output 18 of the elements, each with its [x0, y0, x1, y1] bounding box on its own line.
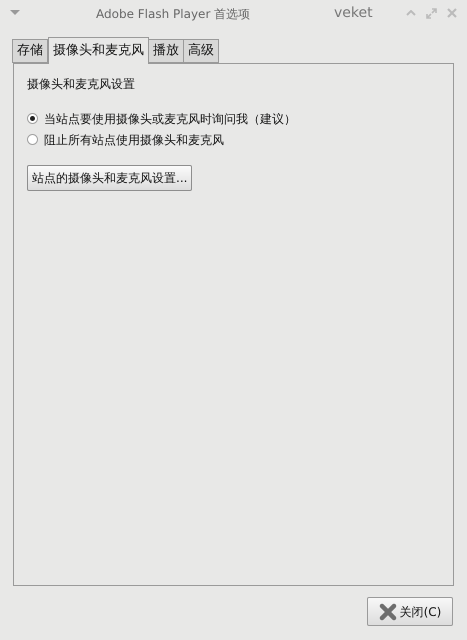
tab[interactable]: 播放	[148, 39, 184, 63]
radio-button[interactable]	[27, 134, 38, 145]
close-icon[interactable]	[447, 8, 457, 18]
cross-icon	[378, 602, 397, 620]
host-name: veket	[334, 4, 373, 23]
menu-icon[interactable]	[10, 10, 20, 16]
radio-label: 阻止所有站点使用摄像头和麦克风	[44, 132, 224, 148]
window-title: Adobe Flash Player 首选项	[96, 6, 250, 23]
tab[interactable]: 存储	[12, 39, 48, 63]
section-title: 摄像头和麦克风设置	[27, 76, 136, 92]
radio-button[interactable]	[27, 113, 38, 124]
minimize-icon[interactable]	[406, 10, 416, 16]
tab[interactable]: 摄像头和麦克风	[48, 37, 149, 64]
radio-label: 当站点要使用摄像头或麦克风时询问我（建议）	[44, 110, 296, 128]
close-button[interactable]: 关闭(C)	[367, 597, 453, 626]
site-settings-button[interactable]: 站点的摄像头和麦克风设置...	[27, 165, 192, 191]
tab[interactable]: 高级	[183, 39, 219, 63]
maximize-icon[interactable]	[426, 8, 437, 18]
